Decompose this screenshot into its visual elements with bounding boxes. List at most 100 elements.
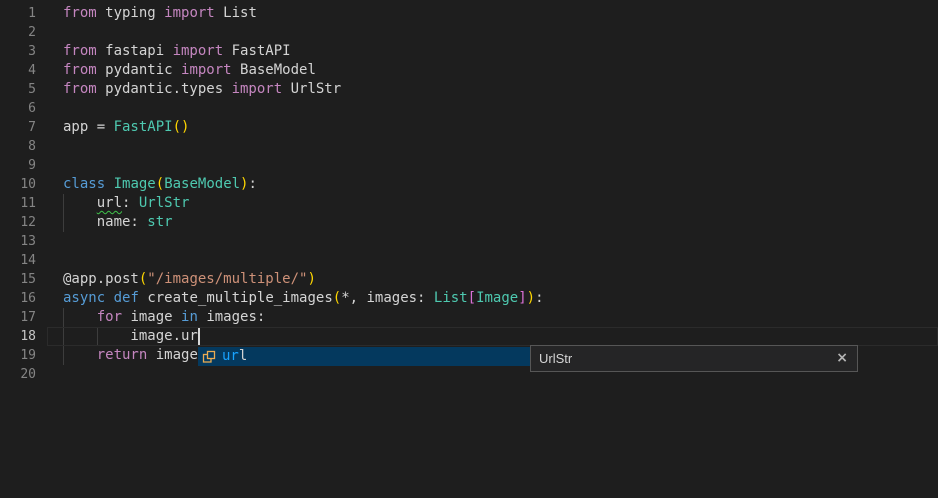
code-line-text[interactable]: @app.post("/images/multiple/") xyxy=(63,270,316,289)
code-line[interactable]: 5 from pydantic.types import UrlStr xyxy=(0,80,938,99)
code-token: ) xyxy=(527,290,535,306)
line-number[interactable]: 3 xyxy=(0,42,36,61)
line-number[interactable]: 13 xyxy=(0,232,36,251)
code-token: @app.post xyxy=(63,271,139,287)
suggest-item-label: url xyxy=(222,347,247,366)
code-token: images: xyxy=(198,309,265,325)
code-token: : xyxy=(248,176,256,192)
code-token: in xyxy=(181,309,198,325)
code-token: str xyxy=(147,214,172,230)
code-line[interactable]: 11 url: UrlStr xyxy=(0,194,938,213)
code-line[interactable]: 3 from fastapi import FastAPI xyxy=(0,42,938,61)
code-token: fastapi xyxy=(97,43,173,59)
code-line[interactable]: 10 class Image(BaseModel): xyxy=(0,175,938,194)
code-token: image xyxy=(122,309,181,325)
line-number[interactable]: 6 xyxy=(0,99,36,118)
code-token: def xyxy=(114,290,139,306)
code-token: return xyxy=(97,347,148,363)
code-line[interactable]: 16 async def create_multiple_images(*, im… xyxy=(0,289,938,308)
line-number[interactable]: 14 xyxy=(0,251,36,270)
code-token: class xyxy=(63,176,105,192)
code-token: async xyxy=(63,290,105,306)
line-number[interactable]: 17 xyxy=(0,308,36,327)
code-token: name: xyxy=(63,214,147,230)
code-token: ( xyxy=(156,176,164,192)
code-token: from xyxy=(63,81,97,97)
code-token: typing xyxy=(97,5,164,21)
code-line[interactable]: 1 from typing import List xyxy=(0,4,938,23)
code-line[interactable]: 8 xyxy=(0,137,938,156)
suggest-item-url[interactable]: url xyxy=(198,347,530,366)
code-token: import xyxy=(232,81,283,97)
code-token: image.ur xyxy=(63,328,198,344)
code-token: import xyxy=(181,62,232,78)
code-token: () xyxy=(173,119,190,135)
line-number[interactable]: 1 xyxy=(0,4,36,23)
code-token xyxy=(63,347,97,363)
line-number[interactable]: 7 xyxy=(0,118,36,137)
line-number[interactable]: 8 xyxy=(0,137,36,156)
code-token xyxy=(105,290,113,306)
code-line-text[interactable]: from fastapi import FastAPI xyxy=(63,42,291,61)
code-line-text[interactable]: name: str xyxy=(63,213,173,232)
code-token: "/images/multiple/" xyxy=(147,271,307,287)
code-line-text[interactable]: return image xyxy=(63,346,198,365)
code-line[interactable]: 18 image.ur xyxy=(0,327,938,346)
code-line-text[interactable]: from pydantic.types import UrlStr xyxy=(63,80,341,99)
code-line[interactable]: 17 for image in images: xyxy=(0,308,938,327)
suggest-detail-text: UrlStr xyxy=(539,351,572,366)
code-line-text[interactable]: app = FastAPI() xyxy=(63,118,189,137)
code-line[interactable]: 4 from pydantic import BaseModel xyxy=(0,61,938,80)
line-number[interactable]: 11 xyxy=(0,194,36,213)
code-line[interactable]: 6 xyxy=(0,99,938,118)
code-line[interactable]: 13 xyxy=(0,232,938,251)
code-line[interactable]: 15 @app.post("/images/multiple/") xyxy=(0,270,938,289)
code-line[interactable]: 2 xyxy=(0,23,938,42)
code-token: *, images: xyxy=(341,290,434,306)
line-number[interactable]: 9 xyxy=(0,156,36,175)
code-token: ] xyxy=(518,290,526,306)
code-line[interactable]: 7 app = FastAPI() xyxy=(0,118,938,137)
text-cursor xyxy=(198,328,200,345)
code-token xyxy=(63,309,97,325)
close-icon[interactable]: × xyxy=(836,346,848,371)
code-token: ( xyxy=(333,290,341,306)
code-token: BaseModel xyxy=(232,62,316,78)
code-token: pydantic.types xyxy=(97,81,232,97)
code-token: from xyxy=(63,43,97,59)
code-token: pydantic xyxy=(97,62,181,78)
line-number[interactable]: 2 xyxy=(0,23,36,42)
code-line-text[interactable]: for image in images: xyxy=(63,308,265,327)
code-token xyxy=(63,195,97,211)
code-line-text[interactable]: class Image(BaseModel): xyxy=(63,175,257,194)
code-token: import xyxy=(164,5,215,21)
code-line-text[interactable]: from typing import List xyxy=(63,4,257,23)
line-number[interactable]: 15 xyxy=(0,270,36,289)
code-token: : xyxy=(535,290,543,306)
code-token: BaseModel xyxy=(164,176,240,192)
code-line[interactable]: 9 xyxy=(0,156,938,175)
code-lines: 1 from typing import List 23 from fastapi i… xyxy=(0,4,938,384)
code-line-text[interactable]: from pydantic import BaseModel xyxy=(63,61,316,80)
suggest-detail-panel: UrlStr × xyxy=(530,345,858,372)
code-token: create_multiple_images xyxy=(139,290,333,306)
line-number[interactable]: 5 xyxy=(0,80,36,99)
code-line[interactable]: 14 xyxy=(0,251,938,270)
field-icon xyxy=(201,349,217,365)
line-number[interactable]: 19 xyxy=(0,346,36,365)
code-token: from xyxy=(63,5,97,21)
code-editor[interactable]: 1 from typing import List 23 from fastapi i… xyxy=(0,0,938,498)
code-token: List xyxy=(434,290,468,306)
code-line-text[interactable]: async def create_multiple_images(*, imag… xyxy=(63,289,544,308)
line-number[interactable]: 4 xyxy=(0,61,36,80)
line-number[interactable]: 10 xyxy=(0,175,36,194)
line-number[interactable]: 18 xyxy=(0,327,36,346)
line-number[interactable]: 16 xyxy=(0,289,36,308)
line-number[interactable]: 20 xyxy=(0,365,36,384)
line-number[interactable]: 12 xyxy=(0,213,36,232)
code-token: [ xyxy=(468,290,476,306)
code-token: FastAPI xyxy=(223,43,290,59)
code-line-text[interactable]: image.ur xyxy=(63,327,198,346)
code-line-text[interactable]: url: UrlStr xyxy=(63,194,189,213)
code-line[interactable]: 12 name: str xyxy=(0,213,938,232)
